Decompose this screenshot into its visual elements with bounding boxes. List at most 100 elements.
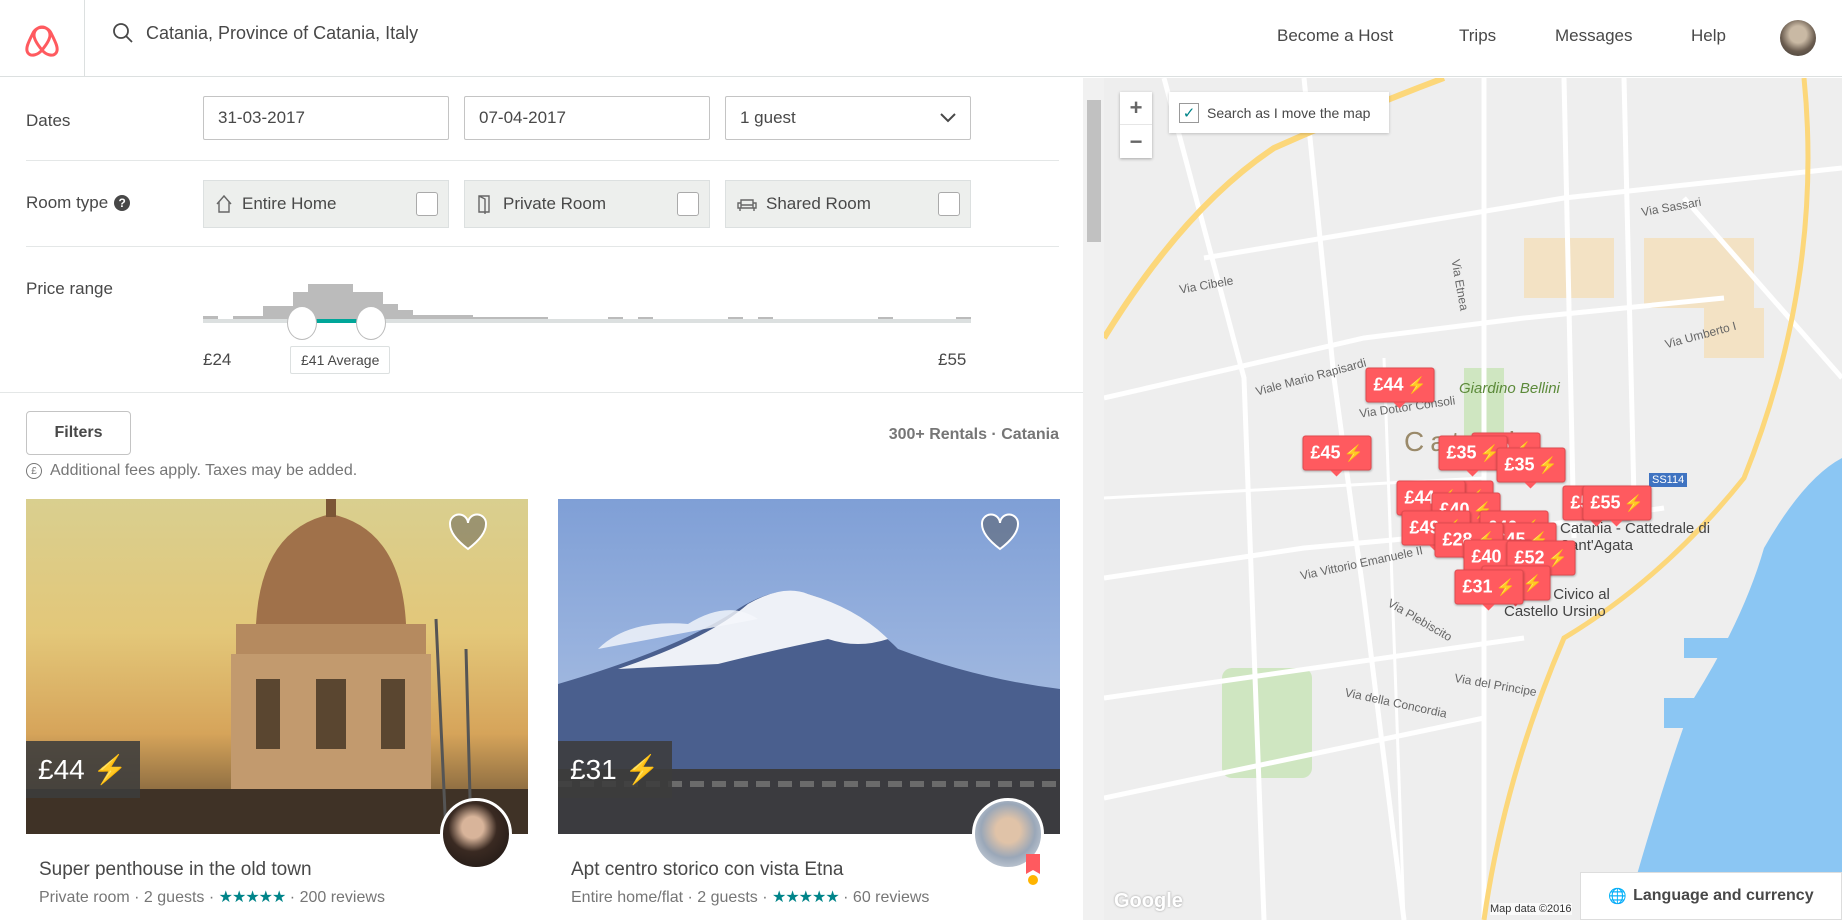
star-rating: ★★★★★ — [771, 889, 840, 906]
price-marker[interactable]: £55⚡ — [1582, 485, 1652, 527]
superhost-dot-icon — [1028, 875, 1038, 885]
instant-book-icon: ⚡ — [1537, 457, 1558, 475]
instant-book-icon: ⚡ — [1406, 377, 1427, 395]
door-icon — [478, 195, 490, 214]
divider — [26, 160, 1059, 161]
guests-select[interactable]: 1 guest — [725, 96, 971, 140]
listing-photo[interactable]: £44 ⚡ — [26, 499, 528, 834]
price-marker[interactable]: £44⚡ — [1365, 367, 1435, 409]
help-icon[interactable]: ? — [114, 195, 131, 211]
private-room-checkbox[interactable] — [677, 192, 699, 216]
nav-help[interactable]: Help — [1691, 26, 1726, 46]
instant-book-icon: ⚡ — [624, 754, 660, 785]
fees-note-text: Additional fees apply. Taxes may be adde… — [50, 462, 358, 479]
search-as-move-checkbox[interactable]: ✓ — [1179, 102, 1199, 123]
nav-trips[interactable]: Trips — [1459, 26, 1496, 46]
histogram-bars — [203, 284, 971, 320]
user-avatar[interactable] — [1780, 20, 1816, 56]
room-type-label-text: Private Room — [503, 194, 606, 213]
fees-note: £ Additional fees apply. Taxes may be ad… — [26, 462, 357, 480]
chevron-down-icon — [940, 113, 956, 123]
google-logo: Google — [1114, 890, 1183, 912]
zoom-out-button[interactable]: − — [1120, 125, 1152, 158]
star-rating: ★★★★★ — [218, 889, 287, 906]
price-value: £44 — [38, 753, 85, 785]
instant-book-icon: ⚡ — [92, 754, 128, 785]
room-type-label: Room type ? — [26, 193, 131, 213]
listing-type: Entire home/flat — [571, 889, 684, 906]
marker-price: £40 — [1471, 546, 1502, 567]
heart-icon[interactable] — [448, 513, 488, 551]
review-count: 200 reviews — [299, 889, 385, 906]
search-icon — [113, 23, 133, 43]
divider — [0, 392, 1083, 393]
price-histogram — [203, 278, 971, 324]
price-min-value: £24 — [203, 350, 232, 369]
map-label: Giardino Bellini — [1459, 380, 1560, 397]
review-count: 60 reviews — [852, 889, 930, 906]
price-average-tooltip: £41 Average — [290, 346, 391, 374]
room-type-private-room[interactable]: Private Room — [464, 180, 710, 228]
price-marker[interactable]: £45⚡ — [1302, 435, 1372, 477]
zoom-in-button[interactable]: + — [1120, 92, 1152, 125]
instant-book-icon: ⚡ — [1495, 579, 1516, 597]
map-attribution: Map data ©2016 — [1490, 903, 1572, 915]
price-range-label: Price range — [26, 279, 113, 298]
marker-price: £35 — [1446, 442, 1477, 463]
road-shield: SS114 — [1649, 473, 1688, 487]
header: Catania, Province of Catania, Italy Beco… — [0, 0, 1842, 77]
language-currency-button[interactable]: 🌐 Language and currency — [1580, 872, 1842, 920]
home-icon — [216, 194, 232, 213]
instant-book-icon: ⚡ — [1547, 550, 1568, 568]
room-type-entire-home[interactable]: Entire Home — [203, 180, 449, 228]
price-min-handle[interactable] — [287, 306, 317, 340]
search-as-move-label: Search as I move the map — [1207, 104, 1371, 121]
price-value: £31 — [570, 753, 617, 785]
price-max-value: £55 — [938, 350, 967, 369]
marker-price: £35 — [1504, 454, 1535, 475]
instant-book-icon: ⚡ — [1623, 495, 1644, 513]
filters-button[interactable]: Filters — [26, 411, 131, 455]
scrollbar-thumb[interactable] — [1087, 100, 1101, 242]
search-input[interactable]: Catania, Province of Catania, Italy — [146, 23, 418, 44]
price-marker[interactable]: £35 ⚡ — [1496, 447, 1566, 489]
price-badge: £31 ⚡ — [558, 741, 672, 798]
price-badge: £44 ⚡ — [26, 741, 140, 798]
currency-icon: £ — [26, 463, 42, 479]
listing-type: Private room — [39, 889, 130, 906]
listing-guests: 2 guests — [697, 889, 758, 906]
marker-price: £31 — [1462, 576, 1493, 597]
checkout-input[interactable]: 07-04-2017 — [464, 96, 710, 140]
room-type-label-text: Shared Room — [766, 194, 871, 213]
map-label: Catania - Cattedrale di Sant'Agata — [1560, 520, 1711, 554]
marker-price: £44 — [1373, 374, 1404, 395]
shared-room-checkbox[interactable] — [938, 192, 960, 216]
language-currency-label: Language and currency — [1633, 887, 1814, 904]
map[interactable]: Giardino Bellini Catania Catania - Catte… — [1104, 78, 1842, 920]
search-as-move-control[interactable]: ✓ Search as I move the map — [1169, 92, 1389, 133]
dates-label: Dates — [26, 111, 71, 130]
nav-become-host[interactable]: Become a Host — [1277, 26, 1393, 46]
listing-meta: Entire home/flat · 2 guests · ★★★★★ · 60… — [571, 889, 930, 906]
room-type-shared-room[interactable]: Shared Room — [725, 180, 971, 228]
divider — [26, 246, 1059, 247]
nav-messages[interactable]: Messages — [1555, 26, 1632, 46]
guests-value: 1 guest — [740, 108, 796, 127]
airbnb-logo[interactable] — [0, 0, 85, 77]
results-count: 300+ Rentals · Catania — [888, 426, 1059, 443]
couch-icon — [737, 199, 757, 211]
checkin-input[interactable]: 31-03-2017 — [203, 96, 449, 140]
location-search[interactable]: Catania, Province of Catania, Italy — [112, 22, 418, 44]
instant-book-icon: ⚡ — [1343, 445, 1364, 463]
globe-icon: 🌐 — [1608, 888, 1628, 905]
price-max-handle[interactable] — [356, 306, 386, 340]
marker-price: £55 — [1590, 492, 1621, 513]
marker-price: £44 — [1404, 487, 1435, 508]
instant-book-icon: ⚡ — [1522, 575, 1543, 593]
price-marker[interactable]: £31⚡ — [1454, 569, 1524, 611]
entire-home-checkbox[interactable] — [416, 192, 438, 216]
listing-photo[interactable]: £31 ⚡ — [558, 499, 1060, 834]
marker-price: £45 — [1310, 442, 1341, 463]
host-avatar[interactable] — [440, 798, 512, 870]
heart-icon[interactable] — [980, 513, 1020, 551]
